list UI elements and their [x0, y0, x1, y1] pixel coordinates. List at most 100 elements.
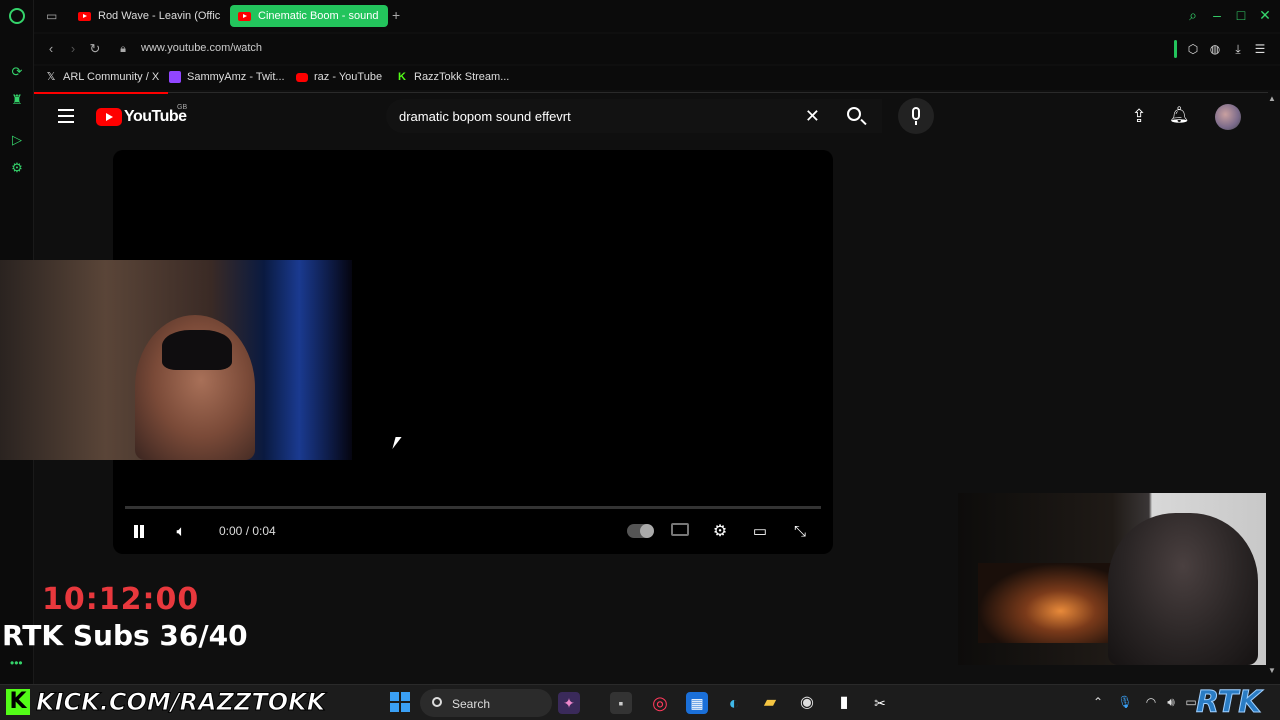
opera-logo-icon[interactable]: [9, 8, 25, 24]
search-icon: [847, 107, 861, 121]
webcam-fireplace: [978, 563, 1128, 643]
bookmark-label: raz - YouTube: [314, 71, 383, 83]
bookmark-sammyamz[interactable]: SammyAmz - Twit...: [169, 71, 285, 83]
extensions-icon[interactable]: ⬡: [1185, 41, 1201, 57]
kick-channel-url: KICK.COM/RAZZTOKK: [35, 688, 326, 717]
menu-hamburger-icon[interactable]: [58, 109, 74, 123]
pause-button[interactable]: [129, 522, 149, 542]
region-code: GB: [177, 104, 188, 111]
tray-microphone-icon[interactable]: 🎙︎: [1117, 694, 1133, 710]
maximize-icon[interactable]: □: [1233, 7, 1249, 23]
voice-search-button[interactable]: [898, 98, 934, 134]
tray-overflow-icon[interactable]: ⌃: [1090, 694, 1106, 710]
obs-icon[interactable]: ◉: [796, 692, 818, 714]
reload-icon[interactable]: ↻: [87, 41, 103, 57]
subtitles-icon[interactable]: [671, 523, 689, 536]
stream-timer: 10:12:00: [42, 582, 200, 617]
youtube-favicon-icon: [238, 11, 251, 21]
x-logo-icon: 𝕏: [46, 71, 56, 83]
search-tabs-icon[interactable]: ⌕: [1185, 7, 1201, 23]
twitch-icon: [169, 71, 181, 83]
refresh-sync-icon[interactable]: ⟳: [9, 64, 25, 80]
windows-start-icon[interactable]: [390, 692, 410, 712]
windows-taskbar: K KICK.COM/RAZZTOKK Search ✦ ▪ ◎ ▦ ◐ ▰ ◉…: [0, 684, 1280, 720]
address-bar: ‹ › ↻ 🔒︎ www.youtube.com/watch ⬡ ◍ ⤓ ☰: [34, 34, 1280, 64]
settings-gear-icon[interactable]: ⚙: [9, 160, 25, 176]
search-button[interactable]: [830, 99, 882, 133]
fullscreen-icon[interactable]: ⤡: [790, 522, 810, 542]
account-avatar[interactable]: [1215, 104, 1241, 130]
screen: ⟳ ♜ ▷ ⚙ ▭ Rod Wave - Leavin (Offici Cine…: [0, 0, 1280, 720]
bookmark-arl-community[interactable]: 𝕏 ARL Community / X: [45, 71, 160, 83]
edge-icon[interactable]: ◐: [723, 692, 745, 714]
search-query-text: dramatic bopom sound effevrt: [399, 109, 571, 124]
tab-cinematic-boom[interactable]: Cinematic Boom - sound: [230, 5, 388, 27]
microphone-icon: [912, 107, 920, 120]
tab-label: Rod Wave - Leavin (Offici: [98, 10, 220, 22]
tab-bar: ▭ Rod Wave - Leavin (Offici Cinematic Bo…: [34, 0, 1280, 32]
notifications-bell-icon[interactable]: 🔔︎: [1169, 106, 1189, 126]
video-progress-bar[interactable]: [125, 506, 821, 509]
bookmark-label: SammyAmz - Twit...: [187, 71, 285, 83]
scroll-up-arrow-icon[interactable]: ▲: [1268, 94, 1276, 103]
send-icon[interactable]: ▷: [9, 132, 25, 148]
tab-label: Cinematic Boom - sound: [258, 10, 379, 22]
clear-search-icon[interactable]: ✕: [805, 106, 820, 126]
tab-islands-icon[interactable]: ▭: [46, 9, 57, 23]
new-tab-plus-icon[interactable]: +: [392, 7, 400, 23]
settings-icon[interactable]: ⚙: [710, 522, 730, 542]
taskbar-search-label: Search: [452, 697, 491, 711]
video-time: 0:00 / 0:04: [219, 524, 276, 538]
lock-icon: 🔒︎: [120, 43, 126, 55]
tab-rod-wave[interactable]: Rod Wave - Leavin (Offici: [70, 5, 220, 27]
upload-icon[interactable]: ⇪: [1129, 106, 1149, 126]
theater-mode-icon[interactable]: ▭: [750, 522, 770, 542]
webcam-overlay-left: [0, 260, 352, 460]
youtube-play-logo-icon: [96, 108, 122, 126]
aria-ai-icon[interactable]: ♜: [9, 92, 25, 108]
speaker-icon[interactable]: 🔊︎: [1163, 694, 1179, 710]
bookmarks-divider: [168, 92, 1268, 93]
profile-icon[interactable]: ◍: [1207, 41, 1223, 57]
search-icon: [432, 697, 442, 707]
taskbar-search[interactable]: Search: [420, 689, 552, 717]
webcam-overlay-right: [958, 493, 1266, 665]
scroll-down-arrow-icon[interactable]: ▼: [1268, 666, 1276, 675]
widgets-icon[interactable]: ✦: [558, 692, 580, 714]
bookmarks-bar: 𝕏 ARL Community / X SammyAmz - Twit... r…: [34, 66, 1280, 90]
search-input[interactable]: dramatic bopom sound effevrt ✕: [386, 99, 830, 133]
youtube-header: YouTube GB dramatic bopom sound effevrt …: [34, 96, 1266, 136]
bookmark-razztokk-stream[interactable]: K RazzTokk Stream...: [396, 71, 509, 83]
page-load-progress: [34, 92, 168, 94]
kick-icon: K: [398, 71, 406, 83]
opera-taskbar-icon[interactable]: ◎: [649, 692, 671, 714]
back-icon[interactable]: ‹: [43, 41, 59, 57]
close-window-icon[interactable]: ✕: [1257, 7, 1273, 23]
url-field[interactable]: www.youtube.com/watch: [141, 42, 262, 54]
youtube-favicon-icon: [78, 11, 91, 21]
file-explorer-icon[interactable]: ▰: [759, 692, 781, 714]
forward-icon[interactable]: ›: [65, 41, 81, 57]
minimize-icon[interactable]: –: [1209, 7, 1225, 23]
bookmark-raz-youtube[interactable]: raz - YouTube: [296, 71, 382, 83]
microsoft-store-icon[interactable]: ▦: [686, 692, 708, 714]
youtube-icon: [296, 72, 308, 82]
rtk-logo-badge: RTK: [1196, 685, 1262, 720]
capcut-icon[interactable]: ✂: [869, 692, 891, 714]
task-view-icon[interactable]: ▪: [610, 692, 632, 714]
youtube-logo[interactable]: YouTube GB: [96, 104, 187, 126]
autoplay-toggle[interactable]: [627, 524, 654, 538]
bookmark-label: ARL Community / X: [63, 71, 160, 83]
webcam-headwear: [162, 330, 232, 370]
toolbar-separator: [1174, 40, 1177, 58]
wifi-icon[interactable]: ◠: [1143, 694, 1159, 710]
sub-goal-counter: RTK Subs 36/40: [2, 619, 248, 652]
bookmark-label: RazzTokk Stream...: [414, 71, 510, 83]
kick-logo-icon: K: [6, 689, 30, 715]
more-dots-icon: •••: [10, 656, 23, 670]
audio-app-icon[interactable]: ▮: [833, 692, 855, 714]
easy-setup-menu-icon[interactable]: ☰: [1252, 41, 1268, 57]
webcam-person: [1108, 513, 1258, 665]
volume-icon[interactable]: 🔈︎: [171, 522, 191, 542]
downloads-icon[interactable]: ⤓: [1230, 41, 1246, 57]
